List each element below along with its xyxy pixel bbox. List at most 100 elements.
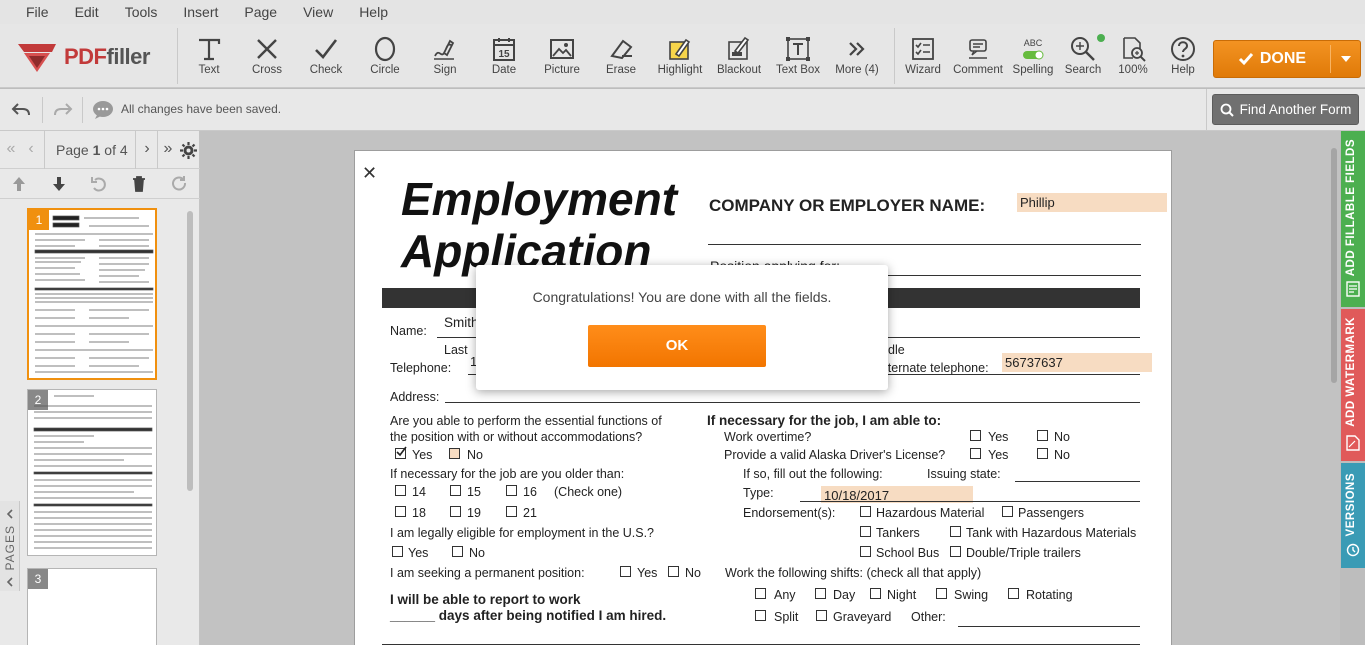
menu-help[interactable]: Help bbox=[346, 1, 401, 23]
checkbox-alaska-yes[interactable] bbox=[970, 448, 981, 459]
tool-erase[interactable]: Erase bbox=[591, 34, 651, 82]
checkbox-eligible-yes[interactable] bbox=[392, 546, 403, 557]
menu-view[interactable]: View bbox=[290, 1, 346, 23]
checkbox-double-triple[interactable] bbox=[950, 546, 961, 557]
pdffiller-logo[interactable]: PDFfiller bbox=[16, 40, 166, 74]
checkbox-16[interactable] bbox=[506, 485, 517, 496]
menu-insert[interactable]: Insert bbox=[170, 1, 231, 23]
checkbox-permanent-yes[interactable] bbox=[620, 566, 631, 577]
textbox-icon bbox=[786, 37, 810, 61]
checkbox-tankers[interactable] bbox=[860, 526, 871, 537]
tool-label: More (4) bbox=[835, 64, 879, 76]
find-another-form-button[interactable]: Find Another Form bbox=[1212, 94, 1359, 125]
menu-page[interactable]: Page bbox=[231, 1, 290, 23]
tank-hazmat-label: Tank with Hazardous Materials bbox=[966, 526, 1137, 540]
tool-text[interactable]: Text bbox=[179, 34, 239, 82]
page-thumbnail[interactable]: 1 bbox=[27, 208, 157, 380]
yes-label: Yes bbox=[637, 566, 658, 580]
name-field[interactable]: Smith bbox=[444, 315, 479, 330]
move-down-icon[interactable] bbox=[50, 174, 68, 194]
undo-icon[interactable] bbox=[10, 100, 32, 120]
checkbox-swing[interactable] bbox=[936, 588, 947, 599]
redo-icon[interactable] bbox=[52, 100, 74, 120]
tool-date[interactable]: 15 Date bbox=[474, 34, 534, 82]
tool-cross[interactable]: Cross bbox=[237, 34, 297, 82]
thumbnail-preview bbox=[33, 395, 153, 549]
tool-circle[interactable]: Circle bbox=[355, 34, 415, 82]
last-page-button[interactable]: » bbox=[159, 139, 177, 159]
done-main[interactable]: DONE bbox=[1214, 41, 1330, 77]
ok-button[interactable]: OK bbox=[588, 325, 766, 367]
tool-more[interactable]: More (4) bbox=[827, 34, 887, 82]
pages-tab[interactable]: PAGES bbox=[0, 501, 20, 591]
type-label: Type: bbox=[743, 486, 774, 500]
tool-textbox[interactable]: Text Box bbox=[768, 34, 828, 82]
tool-wizard[interactable]: Wizard bbox=[893, 34, 953, 82]
checkbox-rotating[interactable] bbox=[1008, 588, 1019, 599]
checkbox-graveyard[interactable] bbox=[816, 610, 827, 621]
refresh-icon[interactable] bbox=[170, 174, 188, 194]
no-label: No bbox=[469, 546, 485, 560]
done-dropdown[interactable] bbox=[1331, 41, 1361, 77]
picture-icon bbox=[550, 39, 574, 59]
tool-check[interactable]: Check bbox=[296, 34, 356, 82]
page-thumbnail[interactable]: 3 bbox=[27, 568, 157, 645]
thumbnails-scrollbar[interactable] bbox=[186, 201, 194, 641]
question-permanent: I am seeking a permanent position: bbox=[390, 566, 585, 580]
checkbox-any[interactable] bbox=[755, 588, 766, 599]
checkbox-overtime-yes[interactable] bbox=[970, 430, 981, 441]
checkbox-day[interactable] bbox=[815, 588, 826, 599]
page-tools bbox=[0, 169, 200, 199]
menu-tools[interactable]: Tools bbox=[112, 1, 171, 23]
checkbox-split[interactable] bbox=[755, 610, 766, 621]
tool-highlight[interactable]: Highlight bbox=[650, 34, 710, 82]
page-thumbnail[interactable]: 2 bbox=[27, 389, 157, 556]
age-16-label: 16 bbox=[523, 485, 537, 499]
tool-help[interactable]: Help bbox=[1153, 34, 1213, 82]
checkbox-21[interactable] bbox=[506, 506, 517, 517]
add-fillable-fields-tab[interactable]: ADD FILLABLE FIELDS bbox=[1341, 131, 1365, 307]
next-page-button[interactable]: › bbox=[138, 139, 156, 159]
checkbox-night[interactable] bbox=[870, 588, 881, 599]
menu-edit[interactable]: Edit bbox=[62, 1, 112, 23]
company-field[interactable]: Phillip bbox=[1017, 193, 1167, 212]
checkbox-essential-no[interactable] bbox=[449, 448, 460, 459]
checkbox-alaska-no[interactable] bbox=[1037, 448, 1048, 459]
move-up-icon[interactable] bbox=[10, 174, 28, 194]
document-scrollbar[interactable] bbox=[1329, 140, 1339, 645]
tool-picture[interactable]: Picture bbox=[532, 34, 592, 82]
trash-icon[interactable] bbox=[130, 174, 148, 194]
checkbox-tank-hazmat[interactable] bbox=[950, 526, 961, 537]
checkbox-hazmat[interactable] bbox=[860, 506, 871, 517]
prev-page-button[interactable]: ‹ bbox=[22, 139, 40, 159]
checkbox-eligible-no[interactable] bbox=[452, 546, 463, 557]
name-label: Name: bbox=[390, 324, 427, 338]
checkbox-permanent-no[interactable] bbox=[668, 566, 679, 577]
checkbox-14[interactable] bbox=[395, 485, 406, 496]
checkbox-19[interactable] bbox=[450, 506, 461, 517]
checkbox-school-bus[interactable] bbox=[860, 546, 871, 557]
versions-tab[interactable]: VERSIONS bbox=[1341, 463, 1365, 568]
rotate-icon[interactable] bbox=[90, 174, 108, 194]
first-page-button[interactable]: « bbox=[2, 139, 20, 159]
completion-message: Congratulations! You are done with all t… bbox=[532, 289, 832, 305]
page-word: Page bbox=[56, 142, 89, 158]
add-watermark-tab[interactable]: ADD WATERMARK bbox=[1341, 309, 1365, 461]
scrollbar-thumb[interactable] bbox=[1331, 148, 1337, 383]
checkbox-overtime-no[interactable] bbox=[1037, 430, 1048, 441]
menu-file[interactable]: File bbox=[0, 1, 62, 23]
checkbox-passengers[interactable] bbox=[1002, 506, 1013, 517]
chevron-left-icon bbox=[6, 577, 13, 587]
tool-sign[interactable]: Sign bbox=[415, 34, 475, 82]
scrollbar-thumb[interactable] bbox=[187, 211, 193, 491]
close-icon[interactable]: ✕ bbox=[362, 163, 377, 184]
checkbox-15[interactable] bbox=[450, 485, 461, 496]
question-essential: Are you able to perform the essential fu… bbox=[390, 414, 662, 428]
alt-telephone-field[interactable]: 56737637 bbox=[1002, 353, 1152, 372]
checkbox-essential-yes[interactable] bbox=[395, 446, 407, 459]
tool-comment[interactable]: Comment bbox=[948, 34, 1008, 82]
checkbox-18[interactable] bbox=[395, 506, 406, 517]
done-button[interactable]: DONE bbox=[1213, 40, 1361, 78]
gear-icon[interactable] bbox=[180, 142, 197, 159]
tool-blackout[interactable]: Blackout bbox=[709, 34, 769, 82]
